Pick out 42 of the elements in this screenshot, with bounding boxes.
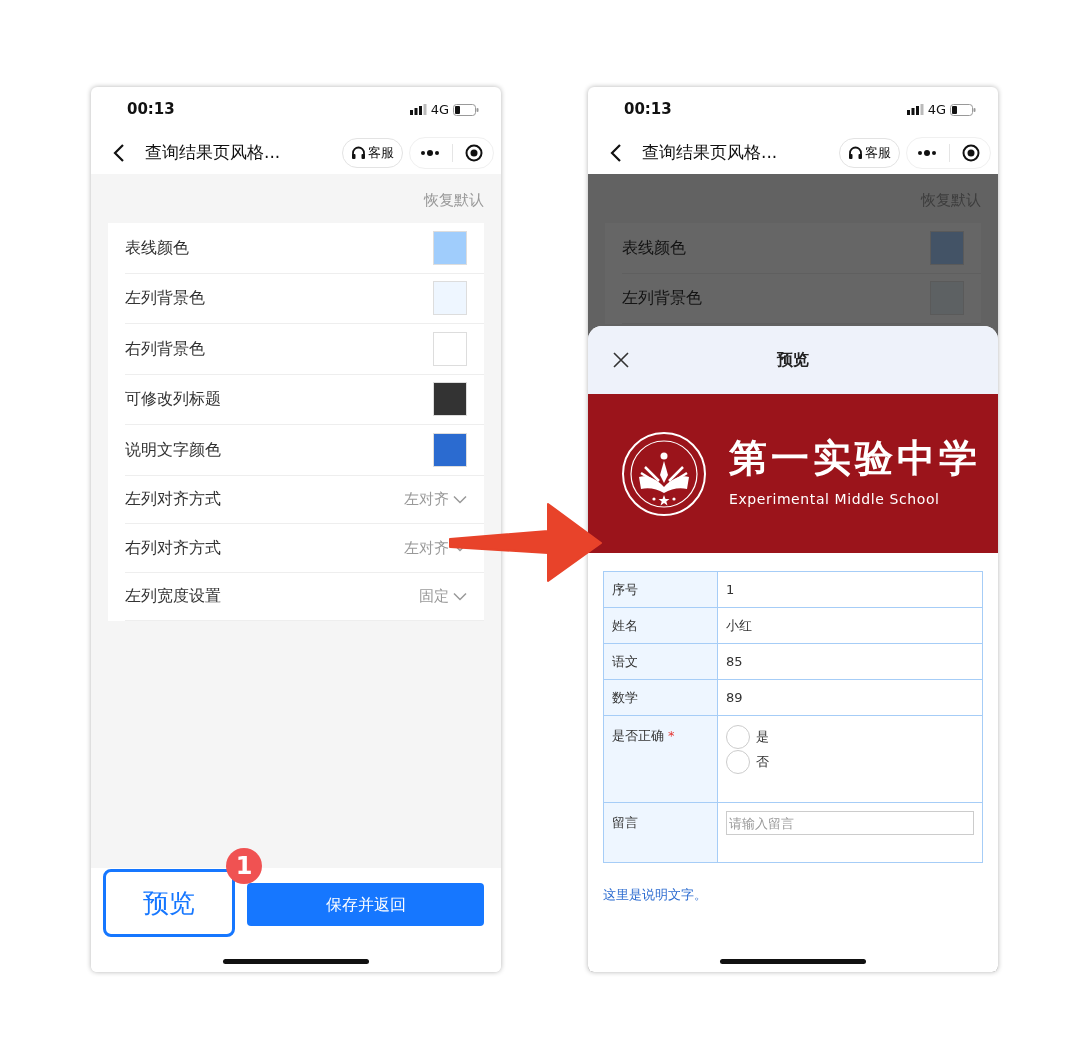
setting-label: 左列背景色	[125, 287, 205, 310]
sheet-title: 预览	[777, 349, 809, 371]
customer-service-button[interactable]: 客服	[839, 138, 900, 168]
network-label: 4G	[927, 100, 946, 119]
status-time: 00:13	[624, 99, 672, 121]
field-value: 85	[726, 653, 743, 669]
setting-label: 左列对齐方式	[125, 488, 221, 511]
field-label: 是否正确	[612, 728, 664, 743]
setting-label: 右列背景色	[125, 337, 205, 360]
comment-input-field[interactable]: 请输入留言	[726, 811, 974, 835]
setting-label: 右列对齐方式	[125, 536, 221, 559]
field-label: 序号	[612, 581, 638, 597]
page-title: 查询结果页风格...	[642, 141, 778, 165]
setting-label: 左列宽度设置	[125, 585, 221, 608]
page-title: 查询结果页风格...	[145, 141, 281, 165]
customer-service-button[interactable]: 客服	[342, 138, 403, 168]
network-label: 4G	[430, 100, 449, 119]
field-value: 小红	[726, 617, 752, 633]
setting-label: 可修改列标题	[125, 388, 221, 411]
reset-link[interactable]: 恢复默认	[91, 174, 501, 223]
setting-label: 左列背景色	[622, 287, 702, 310]
field-label: 语文	[612, 653, 638, 669]
select-value[interactable]: 左对齐	[404, 488, 449, 511]
save-button[interactable]: 保存并返回	[247, 883, 484, 926]
note-text: 这里是说明文字。	[603, 886, 708, 904]
select-value[interactable]: 固定	[419, 585, 449, 608]
school-name-english: Experimental Middle School	[729, 489, 941, 509]
preview-button[interactable]: 预览	[103, 869, 235, 937]
required-mark: *	[668, 728, 675, 743]
field-label: 留言	[612, 815, 638, 830]
field-label: 数学	[612, 689, 638, 705]
setting-label: 表线颜色	[622, 236, 686, 259]
setting-label: 说明文字颜色	[125, 438, 221, 461]
status-time: 00:13	[127, 99, 175, 121]
school-name: 第一实验中学	[729, 437, 981, 479]
radio-label: 否	[756, 752, 769, 771]
radio-label: 是	[756, 727, 769, 746]
field-label: 姓名	[612, 617, 638, 633]
field-value: 1	[726, 581, 735, 597]
setting-label: 表线颜色	[125, 236, 189, 259]
select-value[interactable]: 左对齐	[404, 536, 449, 559]
field-value: 89	[726, 689, 743, 705]
